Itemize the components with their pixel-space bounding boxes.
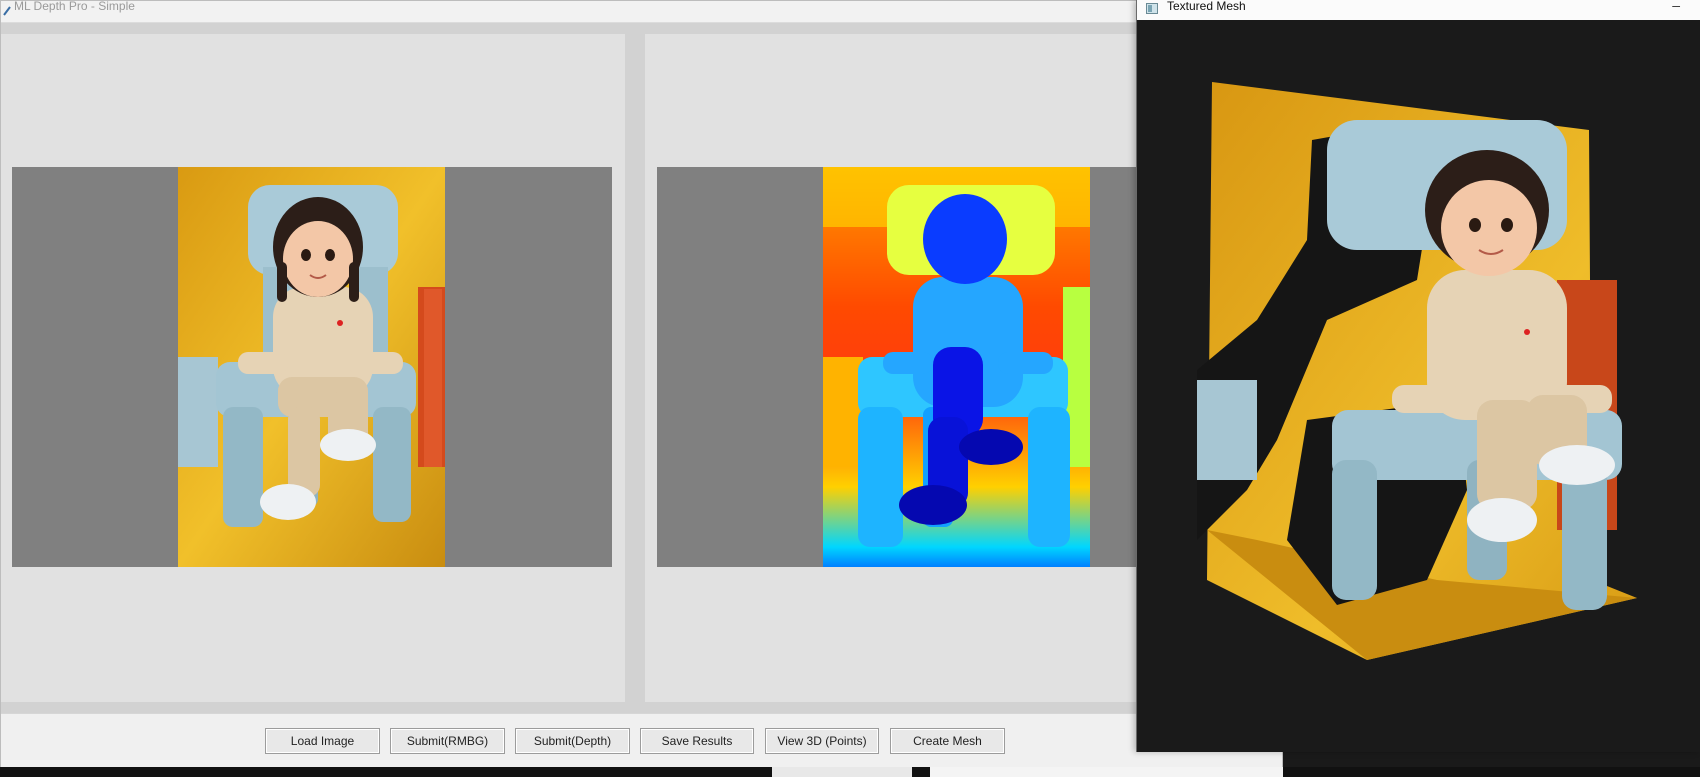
submit-rmbg-button[interactable]: Submit(RMBG) bbox=[390, 728, 505, 754]
view-3d-points-button[interactable]: View 3D (Points) bbox=[765, 728, 879, 754]
button-bar: Load Image Submit(RMBG) Submit(Depth) Sa… bbox=[1, 713, 1282, 768]
textured-mesh-window: Textured Mesh – bbox=[1136, 0, 1700, 752]
mesh-window-title: Textured Mesh bbox=[1167, 0, 1246, 13]
original-image-frame bbox=[12, 167, 612, 567]
load-image-button[interactable]: Load Image bbox=[265, 728, 380, 754]
depth-map-image bbox=[823, 167, 1090, 567]
original-image-panel bbox=[1, 34, 625, 702]
window-icon bbox=[1146, 1, 1158, 14]
main-titlebar[interactable]: ML Depth Pro - Simple bbox=[1, 0, 1282, 23]
taskbar-strip bbox=[0, 767, 1700, 777]
mesh-3d-viewport[interactable] bbox=[1137, 20, 1700, 752]
mesh-titlebar[interactable]: Textured Mesh – bbox=[1137, 0, 1700, 20]
save-results-button[interactable]: Save Results bbox=[640, 728, 754, 754]
background-window-edge bbox=[772, 767, 912, 777]
window-title: ML Depth Pro - Simple bbox=[14, 0, 135, 13]
main-window: ML Depth Pro - Simple Load Image Submit(… bbox=[0, 0, 1285, 768]
create-mesh-button[interactable]: Create Mesh bbox=[890, 728, 1005, 754]
app-icon bbox=[3, 3, 11, 16]
submit-depth-button[interactable]: Submit(Depth) bbox=[515, 728, 630, 754]
original-image bbox=[178, 167, 445, 567]
minimize-icon[interactable]: – bbox=[1672, 0, 1680, 13]
background-window-edge bbox=[930, 767, 1283, 777]
